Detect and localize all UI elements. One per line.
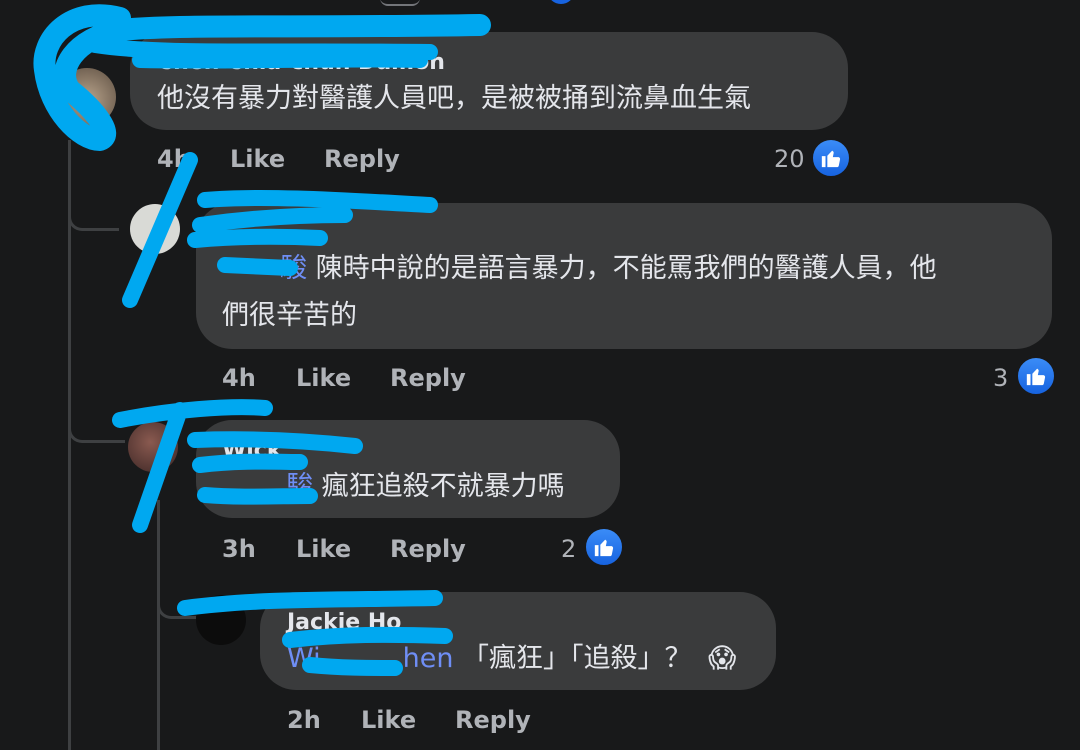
- thread-line-main: [68, 140, 71, 750]
- comment-text-4: Wi hen 「瘋狂」「追殺」？ 😱: [287, 636, 736, 682]
- comment-text-2-line2: 們很辛苦的: [222, 300, 357, 331]
- face-screaming-emoji: 😱: [708, 643, 737, 674]
- mention-link[interactable]: Wi hen: [287, 643, 453, 674]
- like-reaction-badge-3[interactable]: [584, 527, 624, 567]
- comment-time-4[interactable]: 2h: [287, 706, 321, 734]
- like-count-1[interactable]: 20: [774, 145, 805, 173]
- reply-button-4[interactable]: Reply: [455, 706, 531, 734]
- like-button-3[interactable]: Like: [296, 535, 351, 563]
- avatar[interactable]: [58, 68, 116, 126]
- thumbs-up-icon: [821, 150, 841, 168]
- reply-button-2[interactable]: Reply: [390, 364, 466, 392]
- comment-author-4[interactable]: Jackie Ho: [287, 610, 401, 635]
- comment-text-1: 他沒有暴力對醫護人員吧，是被被捅到流鼻血生氣: [157, 83, 751, 114]
- mention-link[interactable]: 駿: [286, 471, 313, 502]
- comment-text-4-body: 「瘋狂」「追殺」？: [453, 643, 692, 674]
- previous-like-badge-remnant: [548, 0, 574, 4]
- thread-line-nested: [157, 500, 160, 750]
- comment-time-3[interactable]: 3h: [222, 535, 256, 563]
- reply-button-3[interactable]: Reply: [390, 535, 466, 563]
- like-reaction-badge-2[interactable]: [1016, 356, 1056, 396]
- thread-branch-reply-1: [68, 140, 119, 231]
- like-button-4[interactable]: Like: [361, 706, 416, 734]
- comment-text-2: 駿 陳時中說的是語言暴力，不能罵我們的醫護人員，他: [222, 246, 937, 292]
- mention-link-end: hen: [402, 643, 454, 674]
- like-reaction-badge-1[interactable]: [811, 138, 851, 178]
- comment-text-3-body: 瘋狂追殺不就暴力嗎: [313, 471, 565, 502]
- thumbs-up-icon: [594, 539, 614, 557]
- thread-branch-reply-3: [157, 560, 196, 619]
- comment-author-3[interactable]: Wick: [222, 438, 281, 463]
- mention-link[interactable]: 駿: [280, 253, 307, 284]
- like-count-2[interactable]: 3: [993, 364, 1008, 392]
- avatar[interactable]: [130, 204, 180, 254]
- comment-text-3: 駿 瘋狂追殺不就暴力嗎: [222, 464, 565, 510]
- comment-time-1[interactable]: 4h: [157, 145, 191, 173]
- avatar[interactable]: [196, 595, 246, 645]
- thread-branch-reply-2: [68, 380, 125, 443]
- mention-link-start: Wi: [287, 643, 321, 674]
- reply-button-1[interactable]: Reply: [324, 145, 400, 173]
- comment-text-2-line1: 陳時中說的是語言暴力，不能罵我們的醫護人員，他: [307, 253, 937, 284]
- like-button-1[interactable]: Like: [230, 145, 285, 173]
- comment-author-1[interactable]: Chen Chia-chun Damon: [157, 50, 445, 75]
- previous-reply-remnant: [380, 0, 420, 6]
- thumbs-up-icon: [1026, 368, 1046, 386]
- comment-time-2[interactable]: 4h: [222, 364, 256, 392]
- like-count-3[interactable]: 2: [561, 535, 576, 563]
- like-button-2[interactable]: Like: [296, 364, 351, 392]
- avatar[interactable]: [128, 422, 178, 472]
